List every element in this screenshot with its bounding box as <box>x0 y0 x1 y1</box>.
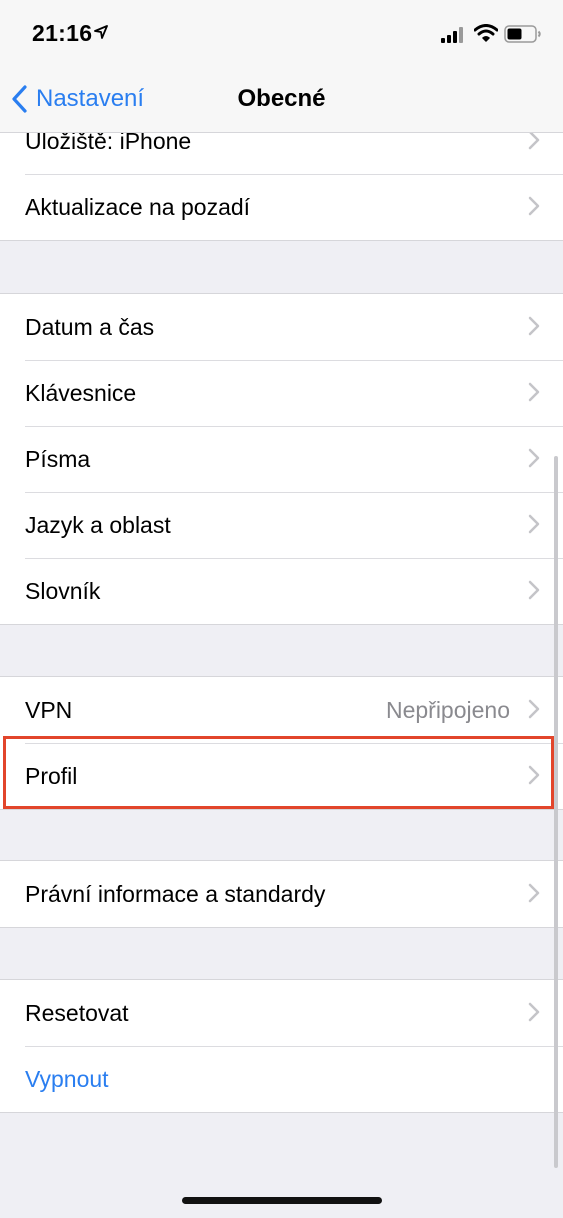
status-time: 21:16 <box>32 20 93 46</box>
row-label: Profil <box>25 762 78 789</box>
chevron-right-icon <box>528 580 540 600</box>
scroll-indicator[interactable] <box>554 456 558 1168</box>
settings-group-locale: Datum a čas Klávesnice Písma Jazyk a obl… <box>0 293 563 625</box>
chevron-right-icon <box>528 133 540 150</box>
row-background-refresh[interactable]: Aktualizace na pozadí <box>0 174 563 240</box>
row-label: Slovník <box>25 577 101 604</box>
settings-group-reset: Resetovat Vypnout <box>0 979 563 1113</box>
row-fonts[interactable]: Písma <box>0 426 563 492</box>
location-arrow-icon <box>94 25 108 39</box>
row-reset[interactable]: Resetovat <box>0 980 563 1046</box>
vpn-status-value: Nepřipojeno <box>385 696 510 723</box>
row-label: Právní informace a standardy <box>25 880 326 907</box>
row-language-region[interactable]: Jazyk a oblast <box>0 492 563 558</box>
chevron-right-icon <box>528 765 540 785</box>
battery-icon <box>504 25 541 43</box>
shut-down-button-label: Vypnout <box>25 1065 109 1092</box>
row-keyboard[interactable]: Klávesnice <box>0 360 563 426</box>
row-shut-down[interactable]: Vypnout <box>0 1046 563 1112</box>
settings-group-legal: Právní informace a standardy <box>0 860 563 928</box>
row-label: Uložiště: iPhone <box>25 133 192 154</box>
row-vpn[interactable]: VPN Nepřipojeno <box>0 677 563 743</box>
chevron-right-icon <box>528 514 540 534</box>
row-label: Datum a čas <box>25 313 155 340</box>
row-label: Aktualizace na pozadí <box>25 193 251 220</box>
row-storage[interactable]: Uložiště: iPhone <box>0 133 563 174</box>
row-legal[interactable]: Právní informace a standardy <box>0 861 563 927</box>
row-dictionary[interactable]: Slovník <box>0 558 563 624</box>
settings-group-vpn-profile: VPN Nepřipojeno Profil <box>0 676 563 810</box>
settings-group-storage: Uložiště: iPhone Aktualizace na pozadí <box>0 133 563 241</box>
navigation-bar: Nastavení Obecné <box>0 66 563 133</box>
row-date-time[interactable]: Datum a čas <box>0 294 563 360</box>
status-bar: 21:16 <box>0 0 563 66</box>
row-label: Písma <box>25 445 91 472</box>
chevron-right-icon <box>528 382 540 402</box>
row-label: Resetovat <box>25 999 129 1026</box>
row-label: VPN <box>25 696 73 723</box>
page-title: Obecné <box>237 85 326 112</box>
chevron-right-icon <box>528 883 540 903</box>
settings-list: Uložiště: iPhone Aktualizace na pozadí D… <box>0 133 563 1218</box>
chevron-right-icon <box>528 699 540 719</box>
chevron-right-icon <box>528 1002 540 1022</box>
wifi-icon <box>474 24 498 42</box>
cellular-signal-icon <box>441 27 463 43</box>
chevron-right-icon <box>528 448 540 468</box>
chevron-right-icon <box>528 196 540 216</box>
home-indicator[interactable] <box>182 1197 382 1204</box>
row-label: Jazyk a oblast <box>25 511 171 538</box>
row-profile[interactable]: Profil <box>0 743 563 809</box>
row-label: Klávesnice <box>25 379 137 406</box>
chevron-right-icon <box>528 316 540 336</box>
